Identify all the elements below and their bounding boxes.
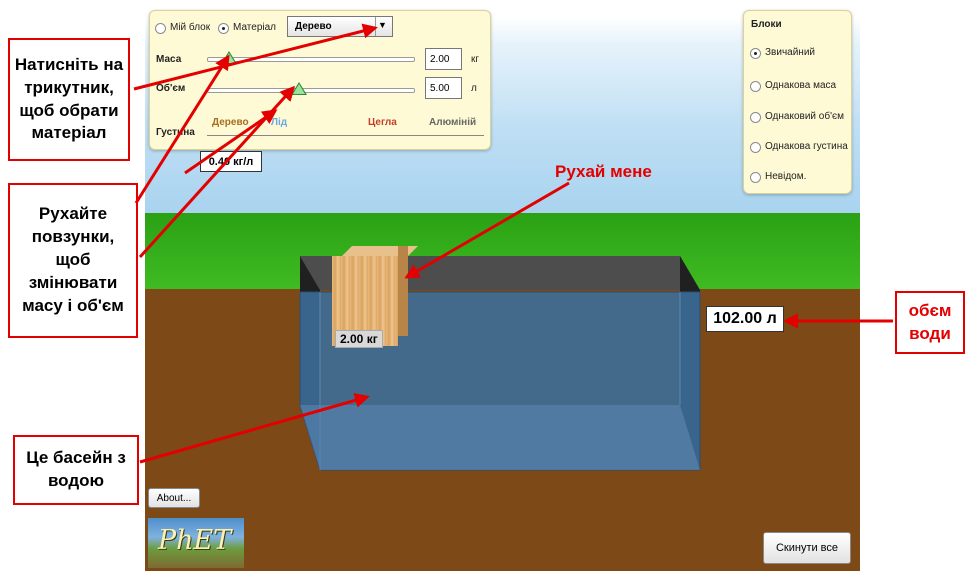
block-option-same-density[interactable]: Однакова густина (765, 141, 848, 152)
density-tick-aluminium: Алюміній (429, 117, 477, 128)
block-option-same-mass[interactable]: Однакова маса (765, 80, 836, 91)
chevron-down-icon[interactable]: ▼ (378, 20, 387, 30)
pool-floor (300, 405, 700, 470)
block-option-normal[interactable]: Звичайний (765, 47, 815, 58)
block-option-same-volume-radio[interactable] (750, 112, 761, 123)
volume-field[interactable]: 5.00 (425, 77, 462, 99)
density-tick-wood: Дерево (212, 117, 249, 128)
block-option-same-mass-radio[interactable] (750, 81, 761, 92)
block-mass-label: 2.00 кг (335, 330, 383, 348)
density-tick-ice: Лід (271, 117, 288, 128)
phet-logo-text: PhET (158, 525, 232, 556)
callout-pool: Це басейн з водою (13, 435, 139, 505)
block-option-normal-radio[interactable] (750, 48, 761, 59)
drag-hint: Рухай мене (555, 162, 652, 181)
blocks-panel: Блоки Звичайний Однакова маса Однаковий … (743, 10, 852, 194)
volume-slider-track[interactable] (207, 88, 415, 93)
water-volume-readout: 102.00 л (706, 306, 784, 332)
density-tick-brick: Цегла (368, 117, 397, 128)
material-dropdown[interactable]: Дерево ▼ (287, 16, 393, 37)
volume-slider-thumb[interactable] (291, 82, 307, 95)
volume-label: Об'єм (156, 83, 186, 94)
density-label: Густина (156, 127, 195, 138)
material-panel: Мій блок Матеріал Дерево ▼ Маса 2.00 кг … (149, 10, 491, 150)
mass-unit: кг (471, 54, 480, 65)
blocks-panel-title: Блоки (751, 19, 782, 30)
callout-triangle: Натисніть на трикутник, щоб обрати матер… (8, 38, 130, 161)
mass-slider-track[interactable] (207, 57, 415, 62)
block-option-same-density-radio[interactable] (750, 142, 761, 153)
material-label: Матеріал (233, 22, 276, 33)
callout-water-volume: обєм води (895, 291, 965, 354)
mass-slider-thumb[interactable] (221, 51, 237, 64)
dropdown-divider (375, 17, 376, 36)
callout-sliders: Рухайте повзунки, щоб змінювати масу і о… (8, 183, 138, 338)
material-radio[interactable] (218, 23, 229, 34)
block-option-same-volume[interactable]: Однаковий об'єм (765, 111, 844, 122)
mass-field[interactable]: 2.00 (425, 48, 462, 70)
my-block-radio[interactable] (155, 23, 166, 34)
volume-unit: л (471, 83, 477, 94)
my-block-label: Мій блок (170, 22, 211, 33)
phet-logo: PhET (148, 518, 244, 568)
material-dropdown-value: Дерево (295, 21, 332, 32)
reset-all-button[interactable]: Скинути все (763, 532, 851, 564)
density-readout: 0.40 кг/л (200, 151, 262, 172)
block-side-face (398, 246, 408, 336)
block-option-mystery[interactable]: Невідом. (765, 171, 806, 182)
mass-label: Маса (156, 54, 182, 65)
density-scale-line (207, 135, 484, 136)
simulation-canvas: 2.00 кг 102.00 л Рухай мене Мій блок Мат… (145, 0, 860, 571)
block-option-mystery-radio[interactable] (750, 172, 761, 183)
about-button[interactable]: About... (148, 488, 200, 508)
